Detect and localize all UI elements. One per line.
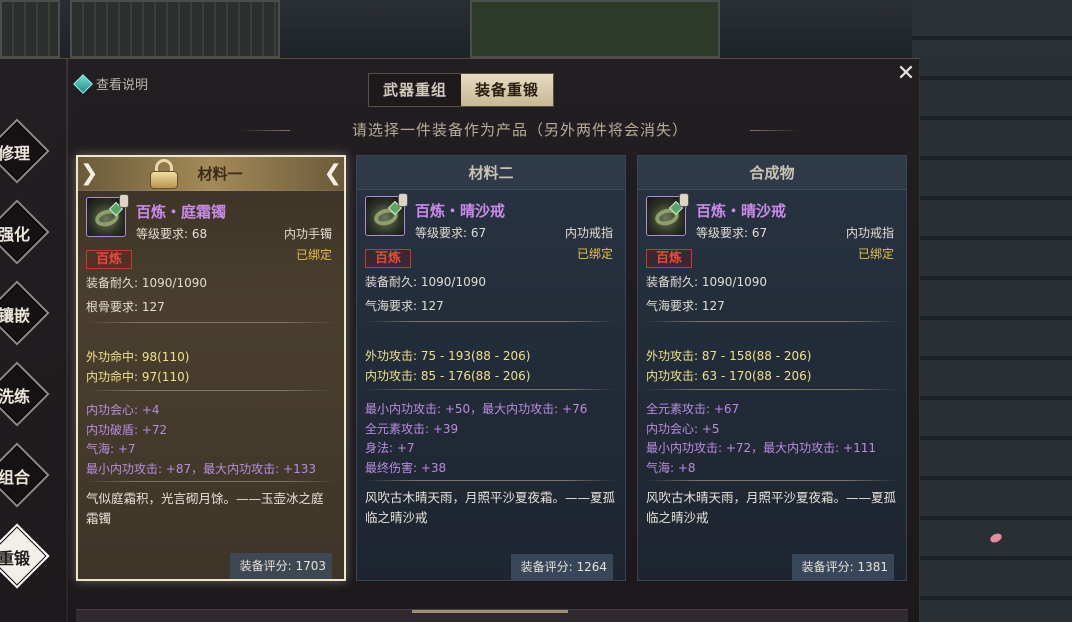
main-stat: 内功命中: 97(110): [86, 370, 190, 384]
card-material-1[interactable]: ❯ 材料一 ❮ 百炼・庭霜镯 等级要求: 68 内功手镯 百炼 已绑定 装备耐久…: [76, 155, 346, 581]
tab-equipment-reforge[interactable]: 装备重锻: [461, 74, 554, 106]
side-menu-label: 强化: [0, 225, 31, 244]
durability: 装备耐久: 1090/1090: [86, 276, 207, 290]
item-slot: 内功戒指: [845, 226, 894, 240]
side-menu-repair[interactable]: 修理: [0, 118, 50, 184]
bracelet-icon[interactable]: [86, 194, 129, 237]
scene-window: [0, 0, 60, 58]
attribute-requirement: 气海要求: 127: [365, 299, 444, 313]
help-link[interactable]: 查看说明: [73, 73, 149, 94]
confirm-button-edge[interactable]: [412, 610, 568, 613]
quality-badge: 百炼: [365, 249, 411, 268]
extra-stat: 最小内功攻击: +50，最大内功攻击: +76: [365, 402, 588, 416]
level-requirement: 等级要求: 67: [415, 226, 487, 240]
equipment-score: 装备评分: 1703: [229, 553, 332, 579]
reforge-panel: 查看说明 ✕ 武器重组 装备重锻 请选择一件装备作为产品（另外两件将会消失） ❯…: [0, 58, 920, 622]
item-name: 百炼・庭霜镯: [136, 203, 227, 221]
bound-status: 已绑定: [295, 248, 332, 262]
quality-badge: 百炼: [646, 249, 692, 268]
attribute-requirement: 根骨要求: 127: [86, 300, 165, 314]
side-menu-label: 镶嵌: [0, 306, 31, 325]
level-requirement: 等级要求: 68: [136, 227, 208, 241]
card-header-label: 材料一: [197, 165, 243, 183]
prompt-divider-right: [750, 130, 800, 131]
item-lore: 风吹古木晴天雨，月照平沙夏夜霜。——夏孤临之晴沙戒: [646, 490, 897, 525]
tab-bar: 武器重组 装备重锻: [368, 73, 555, 107]
main-stat: 外功攻击: 75 - 193(88 - 206): [365, 349, 531, 363]
extra-stat: 最小内功攻击: +72，最大内功攻击: +111: [646, 441, 876, 455]
equipment-score: 装备评分: 1381: [791, 554, 894, 580]
side-menu-enhance[interactable]: 强化: [0, 199, 50, 265]
extra-stat: 内功破盾: +72: [86, 423, 168, 437]
divider: [365, 480, 617, 481]
extra-stat: 最小内功攻击: +87，最大内功攻击: +133: [86, 462, 316, 476]
item-lore: 气似庭霜积，光言砌月馀。——玉壶冰之庭霜镯: [86, 491, 324, 526]
arrow-left-icon: ❯: [80, 161, 99, 186]
tab-weapon-recombine[interactable]: 武器重组: [369, 74, 461, 106]
side-menu-inlay[interactable]: 镶嵌: [0, 280, 50, 346]
quality-badge: 百炼: [86, 250, 132, 269]
side-menu-label: 重锻: [0, 549, 31, 568]
extra-stat: 全元素攻击: +39: [365, 422, 459, 436]
divider: [86, 481, 336, 482]
panel-divider: [66, 59, 68, 622]
side-menu-label: 修理: [0, 144, 31, 163]
item-slot: 内功戒指: [564, 226, 613, 240]
ring-icon[interactable]: [365, 193, 408, 236]
extra-stat: 气海: +7: [86, 442, 136, 456]
divider: [86, 322, 336, 323]
arrow-right-icon: ❮: [323, 161, 342, 186]
main-stat: 外功攻击: 87 - 158(88 - 206): [646, 349, 812, 363]
bound-status: 已绑定: [857, 247, 894, 261]
card-header: 材料二: [357, 156, 625, 190]
side-menu-label: 组合: [0, 468, 31, 487]
divider: [646, 389, 898, 390]
divider: [646, 321, 898, 322]
bound-status: 已绑定: [576, 247, 613, 261]
scene-foliage: [470, 0, 720, 58]
main-stat: 内功攻击: 63 - 170(88 - 206): [646, 369, 812, 383]
instruction-prompt: 请选择一件装备作为产品（另外两件将会消失）: [351, 121, 688, 139]
divider: [365, 389, 617, 390]
durability: 装备耐久: 1090/1090: [365, 275, 486, 289]
card-header: 合成物: [638, 156, 906, 190]
extra-stat: 气海: +8: [646, 461, 696, 475]
card-result[interactable]: 合成物 百炼・晴沙戒 等级要求: 67 内功戒指 百炼 已绑定 装备耐久: 10…: [637, 155, 907, 581]
scene-window: [70, 0, 280, 58]
divider: [646, 480, 898, 481]
extra-stat: 内功会心: +5: [646, 422, 720, 436]
help-diamond-icon: [73, 73, 93, 94]
main-stat: 外功命中: 98(110): [86, 350, 190, 364]
bottom-action-bar: [76, 609, 908, 622]
durability: 装备耐久: 1090/1090: [646, 275, 767, 289]
item-name: 百炼・晴沙戒: [696, 202, 787, 220]
extra-stat: 全元素攻击: +67: [646, 402, 740, 416]
extra-stat: 最终伤害: +38: [365, 461, 447, 475]
scene-stairs: [912, 0, 1072, 622]
card-material-2[interactable]: 材料二 百炼・晴沙戒 等级要求: 67 内功戒指 百炼 已绑定 装备耐久: 10…: [356, 155, 626, 581]
side-menu-label: 洗练: [0, 387, 31, 406]
side-menu-refine[interactable]: 洗练: [0, 361, 50, 427]
divider: [86, 390, 336, 391]
extra-stat: 内功会心: +4: [86, 403, 160, 417]
close-button[interactable]: ✕: [894, 62, 918, 86]
divider: [365, 321, 617, 322]
side-menu-combine[interactable]: 组合: [0, 442, 50, 508]
close-icon: ✕: [896, 61, 916, 86]
card-header: ❯ 材料一 ❮: [78, 157, 344, 191]
item-name: 百炼・晴沙戒: [415, 202, 506, 220]
attribute-requirement: 气海要求: 127: [646, 299, 725, 313]
item-lore: 风吹古木晴天雨，月照平沙夏夜霜。——夏孤临之晴沙戒: [365, 490, 616, 525]
lock-icon[interactable]: [150, 159, 178, 189]
equipment-score: 装备评分: 1264: [510, 554, 613, 580]
ring-icon[interactable]: [646, 193, 689, 236]
item-slot: 内功手镯: [283, 227, 332, 241]
extra-stat: 身法: +7: [365, 441, 415, 455]
help-label: 查看说明: [96, 78, 149, 93]
level-requirement: 等级要求: 67: [696, 226, 768, 240]
main-stat: 内功攻击: 85 - 176(88 - 206): [365, 369, 531, 383]
side-menu-reforge[interactable]: 重锻: [0, 523, 50, 589]
